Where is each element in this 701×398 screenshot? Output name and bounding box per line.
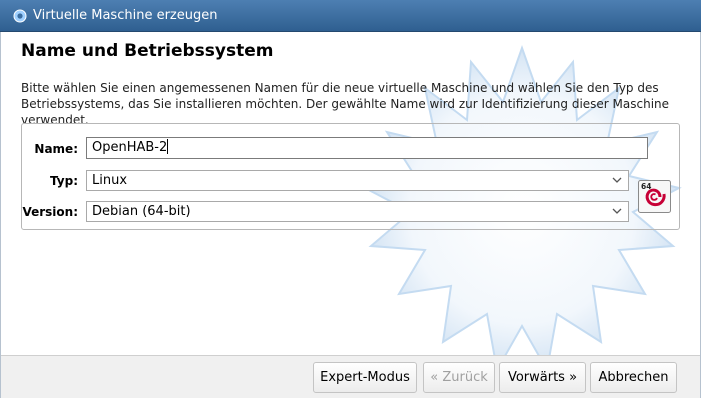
button-bar: Expert-Modus « Zurück Vorwärts » Abbrech… bbox=[1, 355, 700, 398]
window-titlebar: Virtuelle Maschine erzeugen bbox=[0, 0, 701, 32]
chevron-down-icon bbox=[612, 177, 622, 183]
type-select[interactable]: Linux bbox=[86, 170, 629, 191]
type-select-value: Linux bbox=[92, 173, 128, 188]
page-title: Name und Betriebssystem bbox=[21, 41, 274, 61]
virtualbox-gear-icon bbox=[13, 9, 27, 23]
next-button[interactable]: Vorwärts » bbox=[499, 362, 586, 393]
debian-os-icon: 64 bbox=[638, 180, 671, 213]
name-field-value: OpenHAB-2 bbox=[92, 140, 168, 155]
wizard-page: Name und Betriebssystem Bitte wählen Sie… bbox=[0, 32, 701, 398]
chevron-down-icon bbox=[612, 208, 622, 214]
os-settings-group: Name: OpenHAB-2 Typ: Linux Version: Debi… bbox=[21, 123, 680, 230]
name-field[interactable]: OpenHAB-2 bbox=[86, 137, 648, 159]
os-icon-badge: 64 bbox=[641, 182, 651, 191]
text-caret bbox=[167, 139, 169, 154]
name-label: Name: bbox=[34, 142, 78, 156]
expert-mode-button[interactable]: Expert-Modus bbox=[313, 362, 417, 393]
version-select-value: Debian (64-bit) bbox=[92, 204, 191, 219]
cancel-button[interactable]: Abbrechen bbox=[590, 362, 677, 393]
version-label: Version: bbox=[22, 205, 78, 219]
version-select[interactable]: Debian (64-bit) bbox=[86, 201, 629, 222]
back-button[interactable]: « Zurück bbox=[423, 362, 495, 393]
page-description: Bitte wählen Sie einen angemessenen Name… bbox=[21, 81, 670, 127]
type-label: Typ: bbox=[50, 174, 78, 188]
window-title: Virtuelle Maschine erzeugen bbox=[33, 8, 218, 23]
